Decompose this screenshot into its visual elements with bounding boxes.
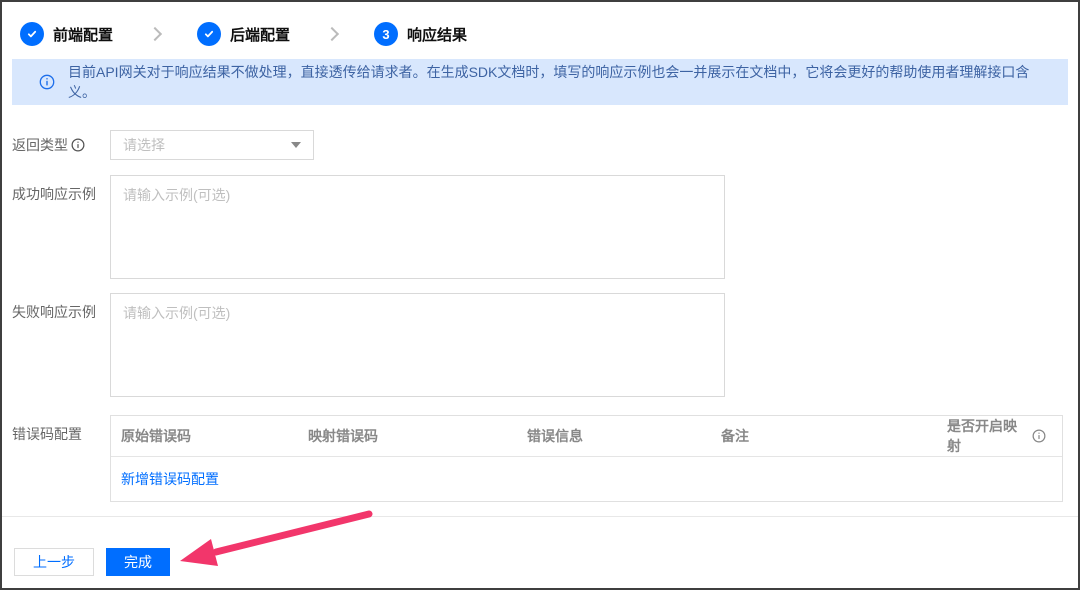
success-example-textarea[interactable] — [110, 175, 725, 279]
step-label-backend: 后端配置 — [230, 24, 290, 45]
header-original-code: 原始错误码 — [111, 426, 308, 446]
step-backend-config[interactable]: 后端配置 — [197, 22, 290, 46]
add-error-code-link[interactable]: 新增错误码配置 — [121, 469, 219, 489]
return-type-row: 返回类型 请选择 — [12, 130, 1078, 160]
header-remark: 备注 — [721, 426, 947, 446]
check-icon — [20, 22, 44, 46]
error-code-config-label: 错误码配置 — [12, 424, 82, 444]
chevron-right-icon — [325, 27, 339, 41]
fail-example-textarea[interactable] — [110, 293, 725, 397]
info-circle-icon[interactable] — [71, 138, 85, 152]
header-error-message: 错误信息 — [527, 426, 721, 446]
step-wizard: 前端配置 后端配置 3 响应结果 — [2, 2, 1078, 54]
info-banner: 目前API网关对于响应结果不做处理，直接透传给请求者。在生成SDK文档时，填写的… — [12, 59, 1068, 105]
return-type-label: 返回类型 — [12, 135, 68, 155]
previous-step-button[interactable]: 上一步 — [14, 548, 94, 576]
footer-actions: 上一步 完成 — [2, 548, 1078, 576]
finish-button[interactable]: 完成 — [106, 548, 170, 576]
error-code-config-row: 错误码配置 原始错误码 映射错误码 错误信息 备注 是否开启映射 新增错误码配置 — [12, 415, 1078, 502]
header-mapped-code: 映射错误码 — [308, 426, 527, 446]
select-placeholder: 请选择 — [123, 135, 291, 155]
step-label-response: 响应结果 — [407, 24, 467, 45]
step-frontend-config[interactable]: 前端配置 — [20, 22, 113, 46]
success-example-label-wrap: 成功响应示例 — [12, 175, 110, 279]
success-example-label: 成功响应示例 — [12, 184, 96, 204]
error-code-table-header: 原始错误码 映射错误码 错误信息 备注 是否开启映射 — [111, 416, 1062, 457]
step-number-badge: 3 — [374, 22, 398, 46]
check-icon — [197, 22, 221, 46]
chevron-right-icon — [148, 27, 162, 41]
info-circle-icon — [39, 74, 55, 90]
response-result-config-page: 前端配置 后端配置 3 响应结果 目前API网关对于响应结果不做处理，直接透传给… — [0, 0, 1080, 590]
info-circle-icon[interactable] — [1032, 429, 1046, 443]
step-label-frontend: 前端配置 — [53, 24, 113, 45]
footer-divider — [2, 516, 1078, 517]
caret-down-icon — [291, 142, 301, 148]
header-mapping-enabled-label: 是否开启映射 — [947, 416, 1026, 456]
step-response-result[interactable]: 3 响应结果 — [374, 22, 467, 46]
fail-example-row: 失败响应示例 — [12, 293, 1078, 397]
banner-text: 目前API网关对于响应结果不做处理，直接透传给请求者。在生成SDK文档时，填写的… — [68, 62, 1048, 102]
fail-example-label: 失败响应示例 — [12, 302, 96, 322]
error-code-table: 原始错误码 映射错误码 错误信息 备注 是否开启映射 新增错误码配置 — [110, 415, 1063, 502]
success-example-row: 成功响应示例 — [12, 175, 1078, 279]
return-type-select[interactable]: 请选择 — [110, 130, 314, 160]
fail-example-label-wrap: 失败响应示例 — [12, 293, 110, 397]
table-row: 新增错误码配置 — [111, 457, 1062, 501]
error-code-label-wrap: 错误码配置 — [12, 415, 110, 502]
return-type-label-wrap: 返回类型 — [12, 130, 110, 160]
header-mapping-enabled: 是否开启映射 — [947, 416, 1062, 456]
